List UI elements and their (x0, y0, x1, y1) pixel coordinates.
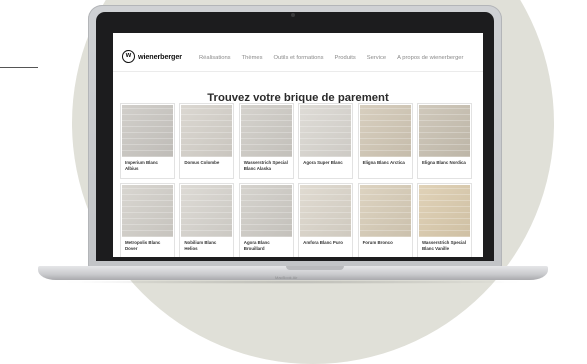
brick-swatch (418, 185, 470, 237)
product-card[interactable]: Metropolis Blanc Dover (120, 183, 175, 257)
product-name: Metropolis Blanc Dover (125, 240, 161, 251)
brick-swatch (359, 105, 411, 157)
product-name: Forum Bronco (362, 240, 393, 245)
product-name: Wasserstrich Special Blanc Vanille (421, 240, 466, 251)
product-name: Wasserstrich Special Blanc Alaska (243, 160, 288, 171)
product-grid: Imperium Blanc Albius Domus Colombe Wass… (120, 103, 478, 257)
product-card[interactable]: Wasserstrich Special Blanc Vanille (416, 183, 472, 257)
page-title: Trouvez votre brique de parement (207, 91, 389, 104)
product-name: Eligna Blanc Nordica (421, 160, 466, 165)
product-card[interactable]: Agora Blanc Brouillard (238, 183, 294, 257)
product-name: Agora Blanc Brouillard (243, 240, 270, 251)
product-name: Agora Super Blanc (303, 160, 343, 165)
product-name: Nobilium Blanc Helios (184, 240, 217, 251)
decorative-line (0, 67, 38, 68)
product-card[interactable]: Eligna Blanc Arctica (357, 103, 413, 179)
nav-item-service[interactable]: Service (367, 55, 386, 61)
brick-swatch (418, 105, 470, 157)
site-header: w wienerberger Réalisations Thèmes Outil… (113, 33, 483, 72)
wienerberger-logo[interactable]: w wienerberger (122, 50, 182, 63)
logo-mark-icon: w (122, 50, 135, 63)
product-name: Domus Colombe (184, 160, 220, 165)
lid-notch (286, 266, 344, 270)
brick-swatch (359, 185, 411, 237)
product-card[interactable]: Imperium Blanc Albius (120, 103, 175, 179)
main-nav: Réalisations Thèmes Outils et formations… (199, 55, 463, 61)
logo-text: wienerberger (138, 52, 182, 61)
brick-swatch (181, 185, 233, 237)
brick-swatch (122, 105, 173, 157)
brick-swatch (300, 105, 352, 157)
nav-item-produits[interactable]: Produits (334, 55, 355, 61)
product-card[interactable]: Agora Super Blanc (298, 103, 354, 179)
product-card[interactable]: Wasserstrich Special Blanc Alaska (238, 103, 294, 179)
product-name: Eligna Blanc Arctica (362, 160, 405, 165)
product-card[interactable]: Amfora Blanc Puro (298, 183, 354, 257)
browser-screen: w wienerberger Réalisations Thèmes Outil… (113, 33, 483, 257)
brick-swatch (122, 185, 173, 237)
nav-item-a-propos[interactable]: A propos de wienerberger (397, 55, 463, 61)
product-name: Imperium Blanc Albius (125, 160, 158, 171)
product-card[interactable]: Domus Colombe (179, 103, 235, 179)
brick-swatch (240, 105, 292, 157)
product-name: Amfora Blanc Puro (303, 240, 343, 245)
brick-swatch (181, 105, 233, 157)
nav-item-realisations[interactable]: Réalisations (199, 55, 231, 61)
brick-swatch (300, 185, 352, 237)
brick-swatch (240, 185, 292, 237)
product-card[interactable]: Eligna Blanc Nordica (416, 103, 472, 179)
product-card[interactable]: Forum Bronco (357, 183, 413, 257)
nav-item-outils-formations[interactable]: Outils et formations (274, 55, 324, 61)
nav-item-themes[interactable]: Thèmes (242, 55, 263, 61)
product-card[interactable]: Nobilium Blanc Helios (179, 183, 235, 257)
laptop-shadow (60, 280, 526, 284)
camera-icon (291, 13, 295, 17)
